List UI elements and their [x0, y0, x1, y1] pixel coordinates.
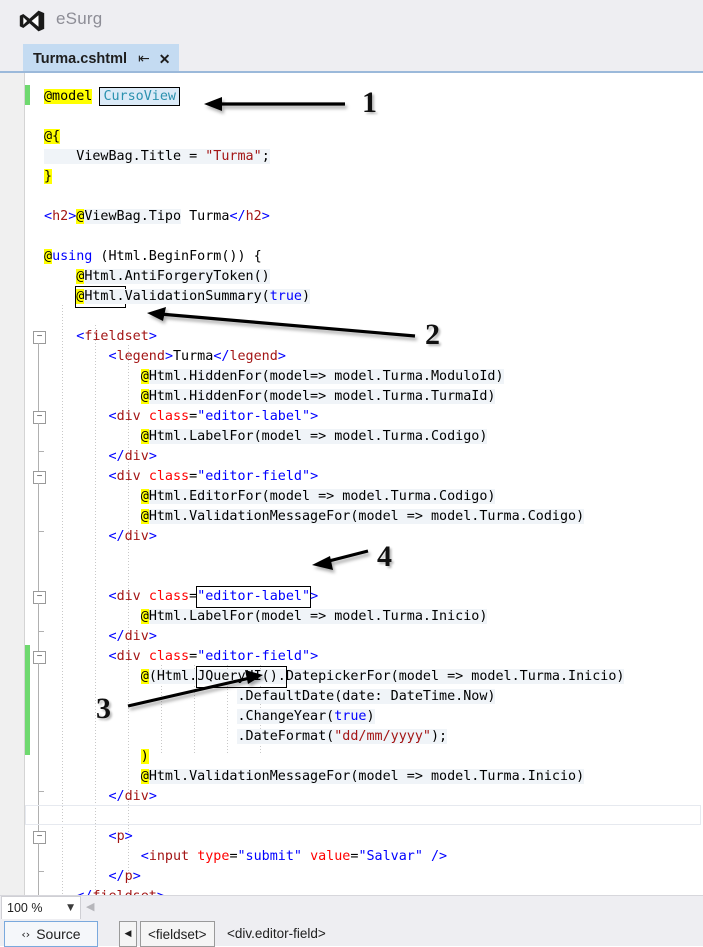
code-line: .DefaultDate(date: DateTime.Now)	[237, 689, 496, 704]
code-line: @Html.AntiForgeryToken()	[76, 269, 270, 284]
change-bar-marker	[25, 645, 30, 755]
pin-icon[interactable]: ⇤	[138, 52, 150, 66]
tab-label: Turma.cshtml	[33, 50, 128, 67]
code-line: @Html.LabelFor(model => model.Turma.Inic…	[140, 609, 488, 624]
code-line: <div class="editor-field">	[108, 649, 319, 664]
horizontal-scroll-left-arrow[interactable]: ◀	[86, 900, 94, 913]
code-line: @{	[44, 129, 61, 144]
code-line: @Html.ValidationMessageFor(model => mode…	[140, 509, 585, 524]
fold-bracket-line	[38, 843, 39, 871]
status-bar	[0, 919, 703, 946]
zoom-level-value: 100 %	[7, 901, 43, 915]
code-line: .ChangeYear(true)	[237, 709, 375, 724]
code-line: </div>	[108, 629, 157, 644]
selection-gutter	[0, 73, 25, 895]
fold-bracket-line	[38, 603, 39, 631]
code-line: <input type="submit" value="Salvar" />	[140, 849, 448, 864]
code-line: @Html.EditorFor(model => model.Turma.Cod…	[140, 489, 496, 504]
code-line: <fieldset>	[76, 329, 157, 344]
code-line: </div>	[108, 789, 157, 804]
current-line-highlight	[25, 805, 701, 825]
breadcrumb-item-div-editor-field[interactable]: <div.editor-field>	[227, 921, 326, 945]
code-line: @using (Html.BeginForm()) {	[44, 249, 262, 264]
chevron-down-icon[interactable]: ▼	[67, 903, 74, 913]
code-line: @Html.ValidationMessageFor(model => mode…	[140, 769, 585, 784]
breadcrumb-scroll-left-button[interactable]: ◀	[119, 921, 137, 947]
breadcrumb-item-fieldset[interactable]: <fieldset>	[140, 921, 215, 947]
code-line: </div>	[108, 529, 157, 544]
code-line: <div class="editor-label">	[108, 409, 319, 424]
code-line: @Html.LabelFor(model => model.Turma.Codi…	[140, 429, 488, 444]
code-line: ViewBag.Title = "Turma";	[44, 149, 270, 164]
fold-bracket-line	[38, 423, 39, 451]
code-line: @Html.HiddenFor(model=> model.Turma.Modu…	[140, 369, 504, 384]
code-editor[interactable]: − − − − − − @model CursoView @{ ViewBag.T…	[0, 73, 703, 904]
code-line: )	[140, 749, 149, 764]
title-bar: eSurg	[0, 0, 703, 42]
annotation-number-3: 3	[96, 692, 111, 725]
annotation-number-4: 4	[377, 540, 392, 573]
code-line: <div class="editor-label">	[44, 586, 318, 608]
code-angle-brackets-icon: ‹›	[21, 927, 31, 941]
code-line: <legend>Turma</legend>	[108, 349, 286, 364]
fold-bracket-line	[38, 663, 39, 791]
zoom-bar	[0, 895, 703, 920]
code-line: @Html.HiddenFor(model=> model.Turma.Turm…	[140, 389, 496, 404]
code-line: .DateFormat("dd/mm/yyyy");	[237, 729, 448, 744]
visual-studio-logo-icon	[19, 10, 45, 32]
fold-bracket-line	[38, 483, 39, 531]
annotation-number-1: 1	[362, 86, 377, 119]
code-line: </div>	[108, 449, 157, 464]
tab-turma-cshtml[interactable]: Turma.cshtml ⇤ ✕	[23, 44, 180, 72]
code-line: @Html.ValidationSummary(true)	[44, 286, 311, 308]
code-line: }	[44, 169, 53, 184]
code-line: @(Html.JQueryUI().DatepickerFor(model =>…	[44, 666, 625, 688]
app-title: eSurg	[56, 9, 103, 28]
source-view-label: Source	[36, 926, 81, 942]
annotation-number-2: 2	[425, 318, 440, 351]
code-line: <h2>@ViewBag.Tipo Turma</h2>	[44, 209, 270, 224]
close-icon[interactable]: ✕	[159, 52, 171, 66]
code-line: <div class="editor-field">	[108, 469, 319, 484]
change-bar-marker	[25, 85, 30, 105]
zoom-level-combobox[interactable]: 100 % ▼	[1, 896, 81, 920]
code-line: @model CursoView	[44, 87, 180, 107]
code-line: <p>	[108, 829, 133, 844]
source-view-button[interactable]: ‹› Source	[4, 921, 98, 947]
code-line: </p>	[108, 869, 141, 884]
